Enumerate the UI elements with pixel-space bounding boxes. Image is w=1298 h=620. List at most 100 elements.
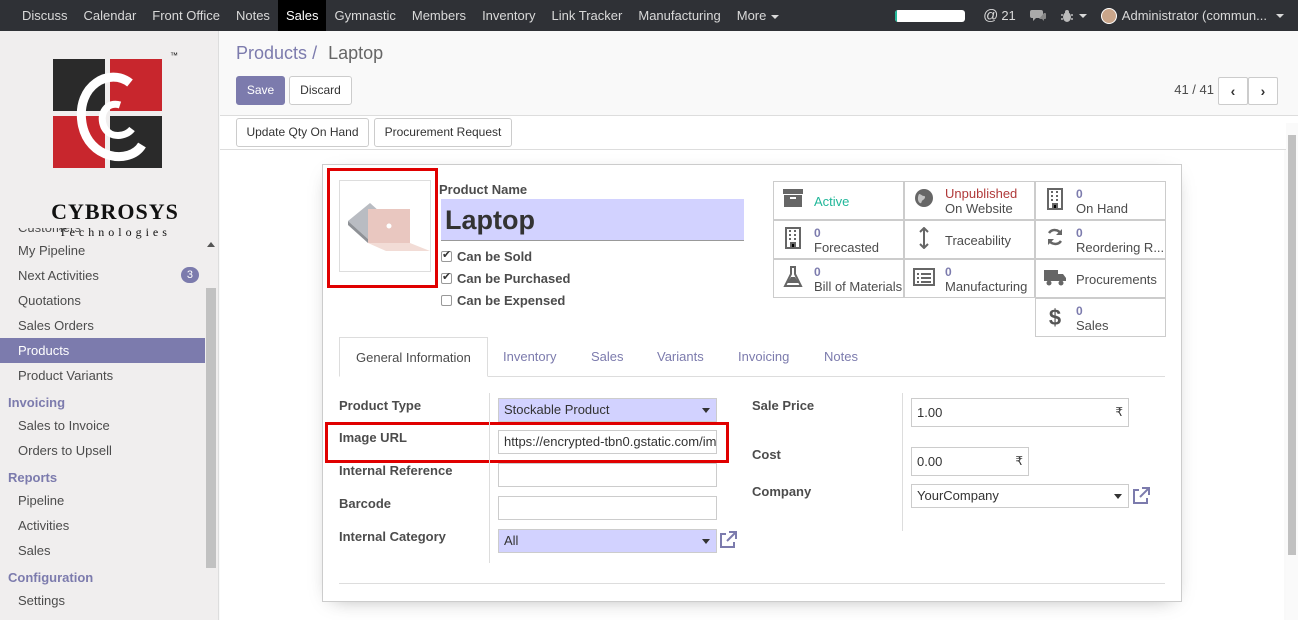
- menu-more-label: More: [736, 8, 767, 23]
- external-link-icon[interactable]: [719, 531, 737, 549]
- pager-prev-button[interactable]: ‹: [1218, 77, 1248, 105]
- internal-category-select[interactable]: All: [498, 529, 717, 553]
- refresh-icon: [1042, 227, 1068, 253]
- website-publish-button[interactable]: Unpublished On Website: [904, 181, 1035, 220]
- tab-invoicing[interactable]: Invoicing: [722, 337, 805, 377]
- breadcrumb-current: Laptop: [328, 43, 384, 63]
- reordering-rules-button[interactable]: 0 Reordering R...: [1035, 220, 1166, 259]
- truck-icon: [1042, 266, 1068, 292]
- mentions-count: 21: [1001, 8, 1016, 23]
- can-be-sold-checkbox[interactable]: [441, 248, 452, 262]
- sidebar-section-configuration[interactable]: Configuration: [0, 563, 205, 588]
- manufacturing-button[interactable]: 0 Manufacturing: [904, 259, 1035, 298]
- tab-sales[interactable]: Sales: [575, 337, 640, 377]
- on-hand-label: On Hand: [1076, 201, 1129, 216]
- count-badge: 3: [180, 267, 199, 283]
- sidebar-section-invoicing[interactable]: Invoicing: [0, 388, 205, 413]
- company-logo: ™ CYBROSYS Technologies: [40, 51, 190, 239]
- menu-calendar[interactable]: Calendar: [76, 0, 145, 31]
- sales-button[interactable]: $ 0 Sales: [1035, 298, 1166, 337]
- chat-icon[interactable]: [1029, 9, 1046, 23]
- product-name-input[interactable]: Laptop: [441, 199, 744, 241]
- manufacturing-value: 0: [945, 265, 952, 279]
- menu-gymnastic[interactable]: Gymnastic: [326, 0, 403, 31]
- barcode-input[interactable]: [498, 496, 717, 520]
- sidebar-item-label: Next Activities: [18, 268, 99, 283]
- sidebar-scrollbar[interactable]: [206, 288, 216, 568]
- menu-link-tracker[interactable]: Link Tracker: [544, 0, 631, 31]
- can-be-expensed-checkbox[interactable]: [441, 295, 452, 306]
- sidebar-item-customers[interactable]: Customers: [0, 228, 205, 238]
- traceability-button[interactable]: Traceability: [904, 220, 1035, 259]
- scroll-up-arrow-icon[interactable]: [207, 242, 215, 247]
- sidebar-item-product-variants[interactable]: Product Variants: [0, 363, 205, 388]
- sidebar-section-reports[interactable]: Reports: [0, 463, 205, 488]
- tab-general-information[interactable]: General Information: [339, 337, 488, 377]
- external-link-icon[interactable]: [1132, 487, 1150, 505]
- company-label: Company: [752, 484, 812, 499]
- save-button[interactable]: Save: [236, 76, 285, 105]
- sidebar-item-sales-orders[interactable]: Sales Orders: [0, 313, 205, 338]
- manufacturing-label: Manufacturing: [945, 279, 1028, 294]
- menu-discuss[interactable]: Discuss: [14, 0, 76, 31]
- menu-inventory[interactable]: Inventory: [474, 0, 543, 31]
- chevron-left-icon: ‹: [1230, 83, 1236, 99]
- menu-members[interactable]: Members: [404, 0, 474, 31]
- discard-button[interactable]: Discard: [289, 76, 352, 105]
- sales-label: Sales: [1076, 318, 1109, 333]
- on-hand-button[interactable]: 0 On Hand: [1035, 181, 1166, 220]
- menu-sales[interactable]: Sales: [277, 0, 327, 31]
- tab-variants[interactable]: Variants: [641, 337, 720, 377]
- menu-manufacturing[interactable]: Manufacturing: [630, 0, 728, 31]
- update-qty-button[interactable]: Update Qty On Hand: [236, 118, 369, 147]
- globe-icon: [911, 188, 937, 214]
- can-be-purchased-checkbox[interactable]: [441, 270, 452, 284]
- tab-inventory[interactable]: Inventory: [487, 337, 572, 377]
- sidebar-item-next-activities[interactable]: Next Activities 3: [0, 263, 205, 288]
- sidebar-item-products[interactable]: Products: [0, 338, 205, 363]
- product-form-sheet: Product Name Laptop Can be Sold Can be P…: [322, 164, 1182, 602]
- menu-front-office[interactable]: Front Office: [144, 0, 228, 31]
- caret-down-icon: [771, 14, 780, 19]
- cost-value: 0.00: [917, 454, 943, 469]
- forecasted-button[interactable]: 0 Forecasted: [773, 220, 904, 259]
- cost-input[interactable]: 0.00 ₹: [911, 447, 1029, 476]
- sidebar-item-orders-to-upsell[interactable]: Orders to Upsell: [0, 438, 205, 463]
- main-scrollbar[interactable]: [1286, 123, 1298, 620]
- menu-more[interactable]: More: [729, 0, 788, 31]
- company-select[interactable]: YourCompany: [911, 484, 1129, 508]
- form-bottom-divider: [339, 583, 1165, 584]
- procurements-button[interactable]: Procurements: [1035, 259, 1166, 298]
- progress-bar[interactable]: [895, 9, 966, 22]
- breadcrumb-products[interactable]: Products: [236, 43, 307, 63]
- internal-reference-input[interactable]: [498, 463, 717, 487]
- tab-notes[interactable]: Notes: [808, 337, 874, 377]
- menu-notes[interactable]: Notes: [228, 0, 278, 31]
- user-menu[interactable]: Administrator (commun...: [1100, 7, 1284, 24]
- sidebar-item-pipeline[interactable]: Pipeline: [0, 488, 205, 513]
- can-be-purchased-label: Can be Purchased: [457, 271, 571, 286]
- main-scrollbar-thumb[interactable]: [1288, 135, 1296, 555]
- mentions-indicator[interactable]: @21: [983, 7, 1016, 24]
- pager-value[interactable]: 41 / 41: [1174, 82, 1214, 97]
- sidebar-item-my-pipeline[interactable]: My Pipeline: [0, 238, 205, 263]
- bill-of-materials-button[interactable]: 0 Bill of Materials: [773, 259, 904, 298]
- sidebar-item-sales[interactable]: Sales: [0, 538, 205, 563]
- arrows-vertical-icon: [911, 226, 937, 253]
- procurement-request-button[interactable]: Procurement Request: [374, 118, 512, 147]
- sidebar-item-activities[interactable]: Activities: [0, 513, 205, 538]
- sidebar-item-settings[interactable]: Settings: [0, 588, 205, 613]
- sale-price-input[interactable]: 1.00 ₹: [911, 398, 1129, 427]
- active-toggle-button[interactable]: Active: [773, 181, 904, 220]
- building-icon: [780, 227, 806, 253]
- website-status: Unpublished: [945, 186, 1018, 201]
- pager-next-button[interactable]: ›: [1248, 77, 1278, 105]
- debug-bug-icon[interactable]: [1060, 9, 1087, 23]
- forecasted-label: Forecasted: [814, 240, 880, 255]
- sidebar-item-quotations[interactable]: Quotations: [0, 288, 205, 313]
- at-icon: @: [983, 7, 999, 24]
- caret-down-icon: [1276, 13, 1284, 18]
- sidebar-item-sales-to-invoice[interactable]: Sales to Invoice: [0, 413, 205, 438]
- product-type-select[interactable]: Stockable Product: [498, 398, 717, 422]
- internal-category-label: Internal Category: [339, 529, 446, 544]
